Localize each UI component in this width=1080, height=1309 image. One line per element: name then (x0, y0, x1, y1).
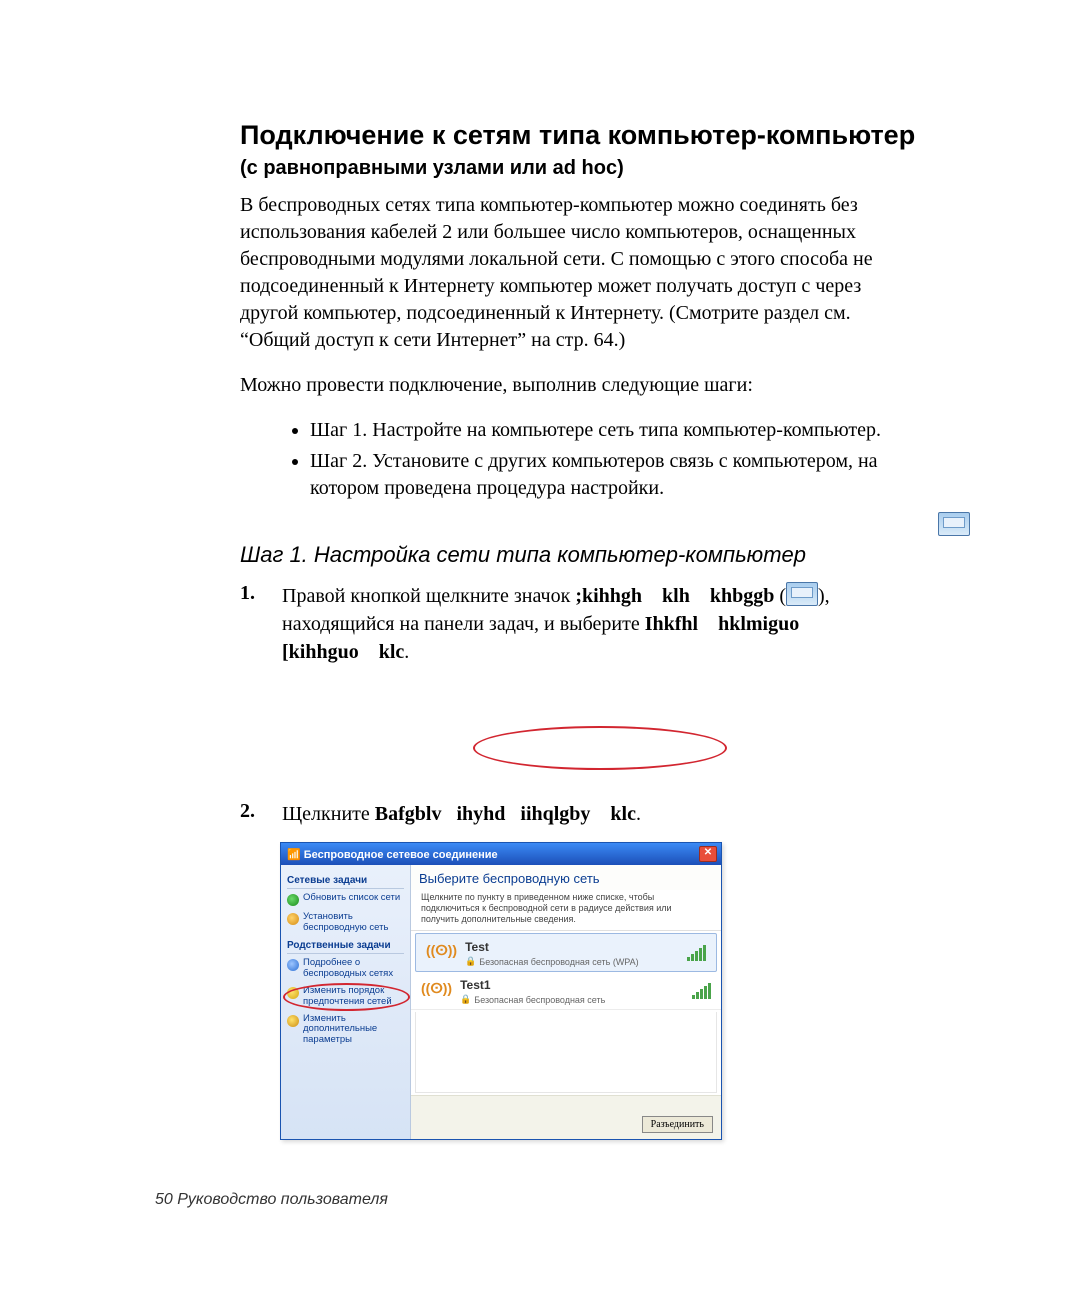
wireless-dialog: 📶 Беспроводное сетевое соединение ✕ Сете… (280, 842, 722, 1140)
star-icon (287, 987, 299, 999)
page-footer: 50 Руководство пользователя (155, 1191, 388, 1209)
sidebar-link-label: Обновить список сети (303, 893, 400, 904)
refresh-icon (287, 894, 299, 906)
bold-fragment: Bafgblv ihyhd iihqlgby klc (375, 803, 636, 825)
antenna-icon: ((ⵙ)) (421, 980, 452, 997)
sidebar-link-label: Изменить порядок предпочтения сетей (303, 986, 404, 1008)
paragraph-lead: Можно провести подключение, выполнив сле… (240, 372, 900, 399)
network-item[interactable]: ((ⵙ)) Test 🔒 Безопасная беспроводная сет… (415, 933, 717, 972)
wireless-titlebar-icon: 📶 (287, 849, 304, 861)
page-title: Подключение к сетям типа компьютер-компь… (240, 120, 980, 151)
main-subtext: Щелкните по пункту в приведенном ниже сп… (411, 890, 721, 931)
close-button[interactable]: ✕ (699, 846, 717, 862)
step-item: Шаг 1. Настройте на компьютере сеть типа… (310, 417, 930, 444)
sidebar-header: Родственные задачи (287, 940, 404, 954)
item-text: Щелкните Bafgblv ihyhd iihqlgby klc. (282, 800, 880, 828)
numbered-item-1: 1. Правой кнопкой щелкните значок ;kihhg… (240, 582, 880, 666)
dialog-sidebar: Сетевые задачи Обновить список сети Уста… (281, 865, 411, 1139)
network-name: Test1 (460, 978, 605, 992)
network-security-label: Безопасная беспроводная сеть (WPA) (479, 957, 638, 967)
network-name: Test (465, 940, 639, 954)
step-heading: Шаг 1. Настройка сети типа компьютер-ком… (240, 542, 980, 568)
step-item: Шаг 2. Установите с других компьютеров с… (310, 448, 930, 502)
info-icon (287, 959, 299, 971)
sidebar-link-reorder[interactable]: Изменить порядок предпочтения сетей (287, 986, 404, 1008)
text-fragment: . (404, 641, 409, 663)
steps-list: Шаг 1. Настройте на компьютере сеть типа… (240, 417, 930, 502)
disconnect-button[interactable]: Разъединить (642, 1116, 713, 1133)
page-number: 50 (155, 1191, 173, 1208)
text-fragment: ( (774, 585, 786, 607)
numbered-item-2: 2. Щелкните Bafgblv ihyhd iihqlgby klc. (240, 800, 880, 828)
dialog-footer: Разъединить (411, 1095, 721, 1139)
monitor-icon (786, 582, 818, 606)
signal-icon (692, 983, 711, 999)
network-subtext: 🔒 Безопасная беспроводная сеть (460, 994, 605, 1005)
sidebar-link-label: Подробнее о беспроводных сетях (303, 958, 404, 980)
sidebar-link-learn[interactable]: Подробнее о беспроводных сетях (287, 958, 404, 980)
monitor-icon (938, 512, 970, 536)
network-item[interactable]: ((ⵙ)) Test1 🔒 Безопасная беспроводная се… (411, 972, 721, 1010)
text-fragment: Щелкните (282, 803, 375, 825)
item-number: 2. (240, 800, 264, 828)
dialog-main: Выберите беспроводную сеть Щелкните по п… (411, 865, 721, 1139)
gear-icon (287, 1015, 299, 1027)
lock-icon: 🔒 (460, 994, 471, 1005)
text-fragment: Правой кнопкой щелкните значок (282, 585, 575, 607)
sidebar-link-label: Установить беспроводную сеть (303, 912, 404, 934)
annotation-ellipse (473, 726, 727, 770)
bold-fragment: ;kihhgh klh khbggb (575, 585, 774, 607)
setup-icon (287, 913, 299, 925)
sidebar-link-advanced[interactable]: Изменить дополнительные параметры (287, 1014, 404, 1047)
sidebar-header: Сетевые задачи (287, 875, 404, 889)
item-text: Правой кнопкой щелкните значок ;kihhgh k… (282, 582, 880, 666)
network-list-empty-area (415, 1012, 717, 1093)
page-subtitle: (с равноправными узлами или ad hoc) (240, 157, 980, 180)
main-heading: Выберите беспроводную сеть (411, 865, 721, 890)
lock-icon: 🔒 (465, 956, 476, 967)
sidebar-link-setup[interactable]: Установить беспроводную сеть (287, 912, 404, 934)
sidebar-link-label: Изменить дополнительные параметры (303, 1014, 404, 1047)
signal-icon (687, 945, 706, 961)
dialog-title-text: Беспроводное сетевое соединение (304, 849, 498, 861)
network-security-label: Безопасная беспроводная сеть (474, 995, 605, 1005)
text-fragment: . (636, 803, 641, 825)
dialog-titlebar: 📶 Беспроводное сетевое соединение ✕ (281, 843, 721, 865)
paragraph-intro: В беспроводных сетях типа компьютер-комп… (240, 192, 900, 354)
network-subtext: 🔒 Безопасная беспроводная сеть (WPA) (465, 956, 639, 967)
antenna-icon: ((ⵙ)) (426, 942, 457, 959)
item-number: 1. (240, 582, 264, 666)
inline-monitor-icon-float (938, 512, 970, 537)
footer-label: Руководство пользователя (177, 1191, 388, 1208)
sidebar-link-refresh[interactable]: Обновить список сети (287, 893, 404, 906)
